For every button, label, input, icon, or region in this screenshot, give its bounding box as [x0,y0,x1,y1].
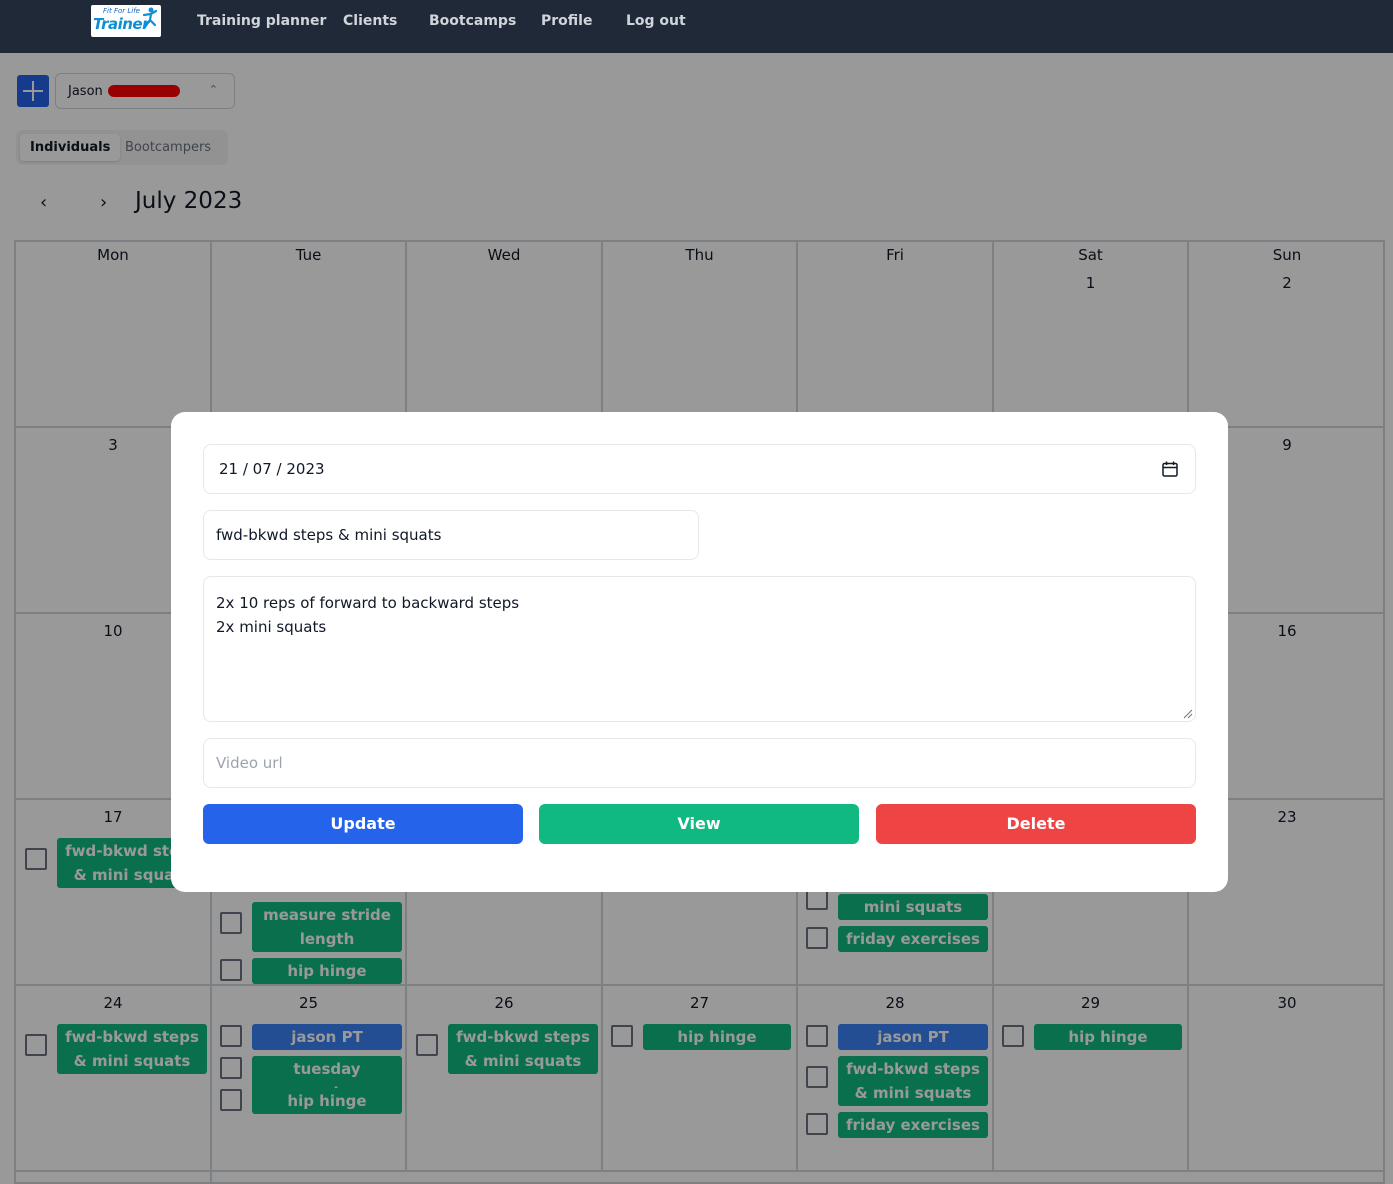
resize-grip-icon[interactable] [1183,709,1193,719]
nav-link-training-planner[interactable]: Training planner [197,13,326,29]
date-input[interactable]: 21 / 07 / 2023 [203,444,1196,494]
event-notes-textarea[interactable]: 2x 10 reps of forward to backward steps … [203,576,1196,722]
runner-icon [142,7,158,29]
brand-logo[interactable]: Fit For Life Trainer [91,5,161,37]
nav-link-log-out[interactable]: Log out [626,13,686,29]
date-input-value: 21 / 07 / 2023 [219,460,325,478]
view-button[interactable]: View [539,804,859,844]
delete-button[interactable]: Delete [876,804,1196,844]
event-title-value: fwd-bkwd steps & mini squats [216,526,442,544]
video-url-placeholder: Video url [216,754,283,772]
edit-event-modal: 21 / 07 / 2023 fwd-bkwd steps & mini squ… [171,412,1228,892]
update-button[interactable]: Update [203,804,523,844]
logo-tagline: Fit For Life [103,7,140,15]
top-navbar: Fit For Life Trainer Training planner Cl… [0,0,1393,53]
nav-link-clients[interactable]: Clients [343,13,397,29]
notes-line: 2x 10 reps of forward to backward steps [216,594,520,612]
video-url-input[interactable]: Video url [203,738,1196,788]
nav-link-profile[interactable]: Profile [541,13,592,29]
notes-line: 2x mini squats [216,618,327,636]
event-title-input[interactable]: fwd-bkwd steps & mini squats [203,510,699,560]
nav-link-bootcamps[interactable]: Bootcamps [429,13,516,29]
calendar-icon[interactable] [1161,460,1179,478]
